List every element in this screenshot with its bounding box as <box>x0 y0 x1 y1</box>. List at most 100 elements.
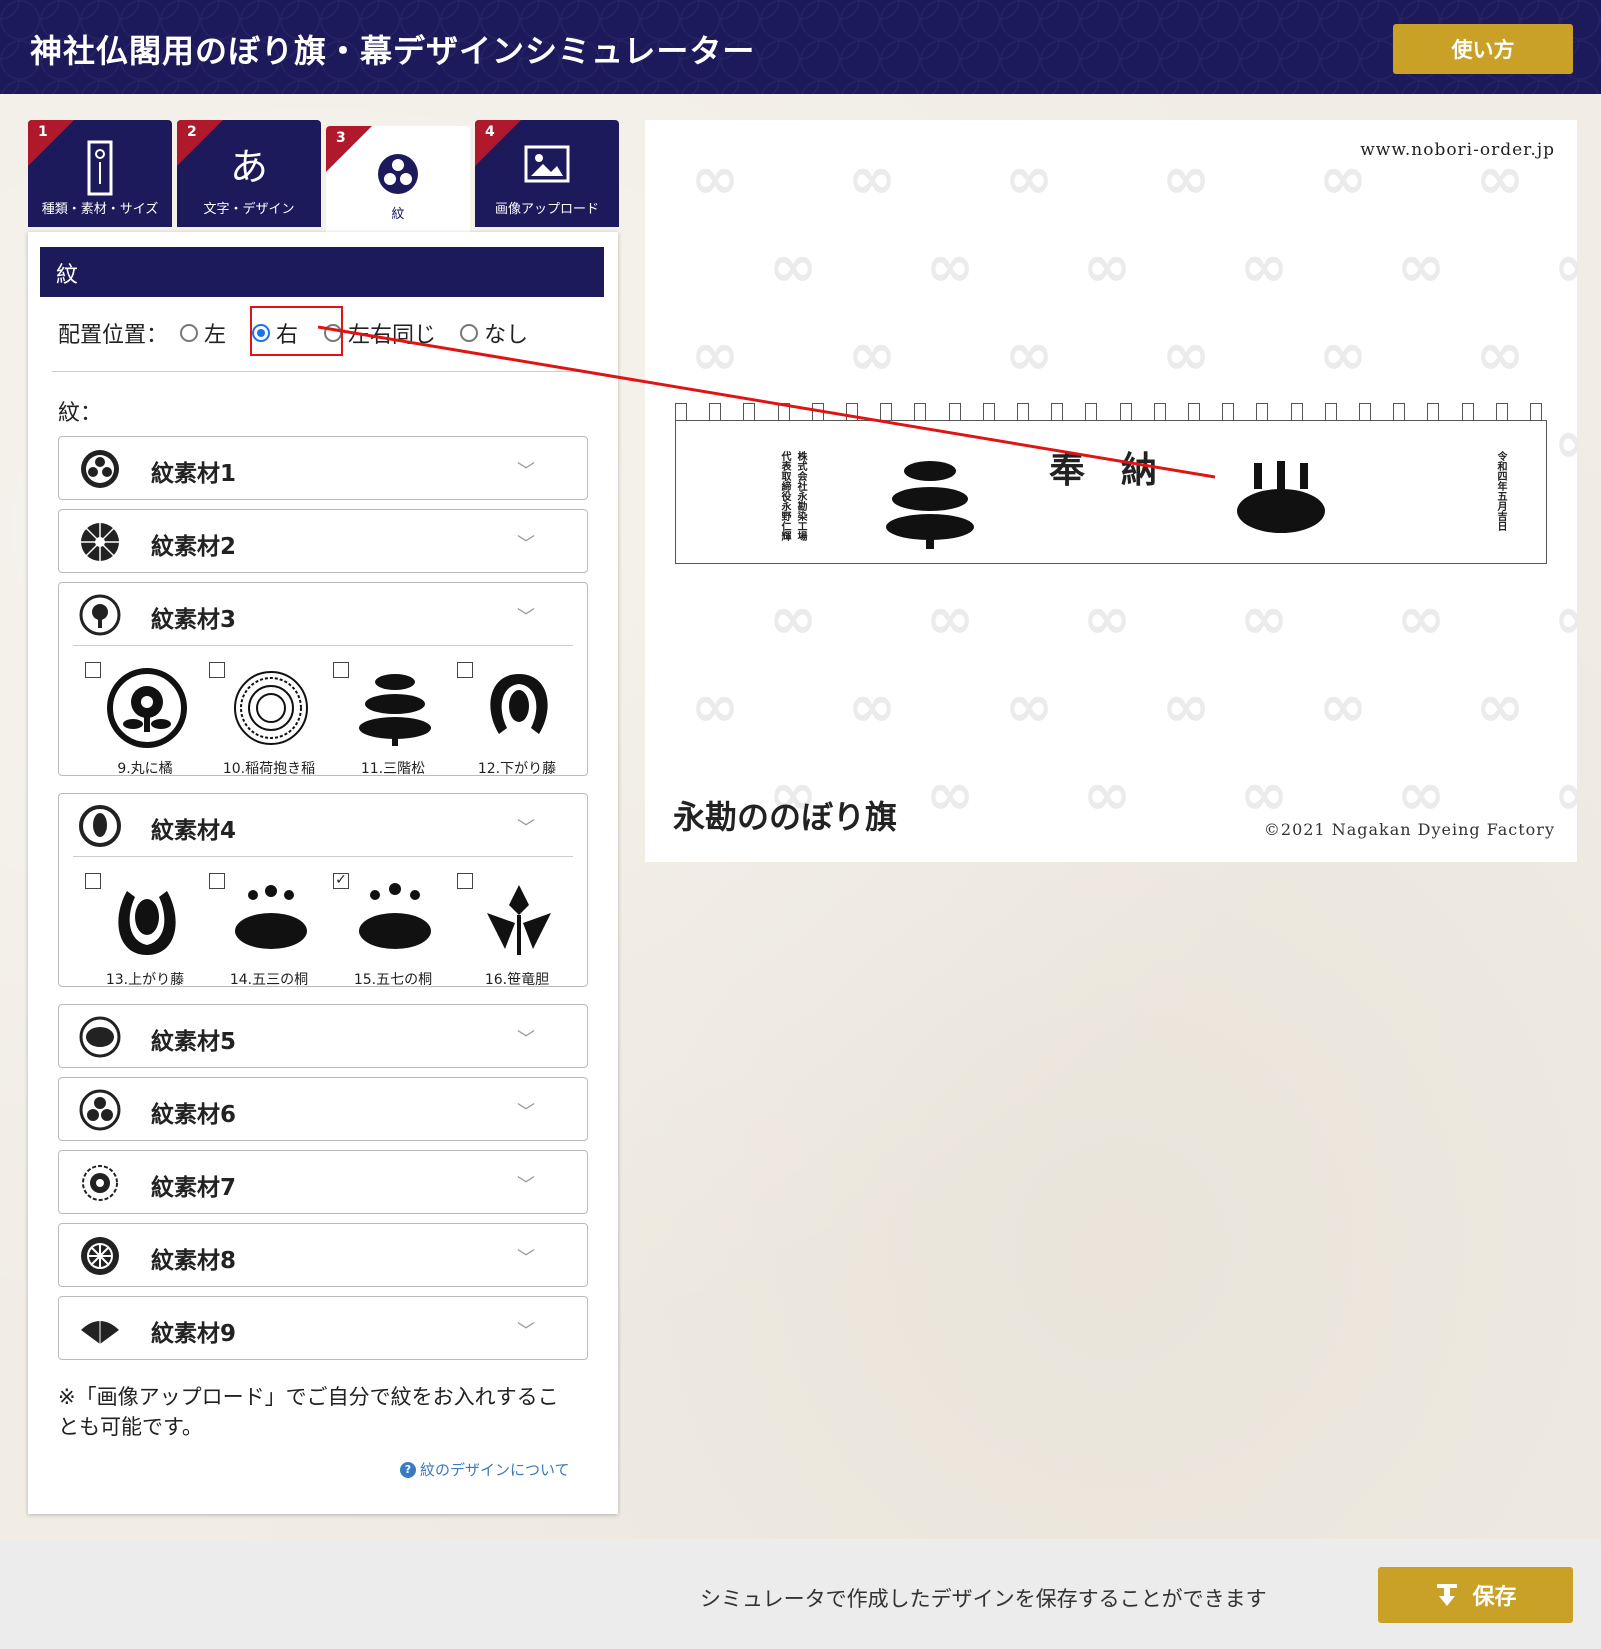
upload-note: ※「画像アップロード」でご自分で紋をお入れすることも可能です。 <box>58 1385 559 1439</box>
watermark-mark: ∞ <box>690 672 740 740</box>
crest-item[interactable]: ✓ 15.五七の桐 <box>333 865 453 988</box>
radio-none[interactable]: なし <box>460 317 528 349</box>
chevron-down-icon[interactable]: ﹀ <box>517 1098 535 1124</box>
tab-label: 種類・素材・サイズ <box>41 202 159 217</box>
watermark-mark: ∞ <box>1548 764 1577 824</box>
crest-checkbox[interactable] <box>209 662 225 678</box>
tab-label: 文字・デザイン <box>203 202 295 217</box>
crest-checkbox[interactable] <box>85 873 101 889</box>
tab-text-design[interactable]: 2 あ 文字・デザイン <box>177 120 321 227</box>
category-title: 紋素材3 <box>151 607 237 633</box>
crest-checkbox[interactable] <box>333 662 349 678</box>
watermark-mark: ∞ <box>1082 760 1132 828</box>
footer-bar: シミュレータで作成したデザインを保存することができます 保存 <box>0 1539 1601 1649</box>
crest-item[interactable]: 16.笹竜胆 <box>457 865 577 988</box>
representative-name: 代表取締役永野仁輝 <box>779 451 790 541</box>
goshichi-kiri-icon <box>359 883 431 949</box>
chevron-down-icon[interactable]: ﹀ <box>517 1317 535 1343</box>
category-2[interactable]: 紋素材2 ﹀ <box>58 509 588 573</box>
chevron-down-icon[interactable]: ﹀ <box>517 1171 535 1197</box>
watermark-mark: ∞ <box>690 144 740 212</box>
chevron-down-icon[interactable]: ﹀ <box>517 814 535 840</box>
watermark-mark: ∞ <box>847 144 897 212</box>
brand-logo: 永勘ののぼり旗 <box>673 798 898 836</box>
crest-icon <box>79 1089 121 1131</box>
inari-ine-icon <box>234 671 308 745</box>
watermark-mark: ∞ <box>1239 584 1289 652</box>
crest-icon <box>79 1016 121 1058</box>
crest-checkbox[interactable]: ✓ <box>333 873 349 889</box>
chevron-down-icon[interactable]: ﹀ <box>517 603 535 629</box>
question-icon: ? <box>400 1461 416 1478</box>
goshichi-kiri-crest <box>1237 461 1325 533</box>
banner-main-text: 奉 納 <box>1049 449 1158 491</box>
crest-design-link[interactable]: ? 紋のデザインについて <box>400 1459 570 1480</box>
download-icon <box>1437 1584 1458 1606</box>
crest-caption: 12.下がり藤 <box>477 761 557 777</box>
watermark-mark: ∞ <box>925 760 975 828</box>
watermark-mark: ∞ <box>1161 144 1211 212</box>
watermark-mark: ∞ <box>847 672 897 740</box>
chevron-down-icon[interactable]: ﹀ <box>517 1244 535 1270</box>
site-url: www.nobori-order.jp <box>1360 140 1555 160</box>
copyright: ©2021 Nagakan Dyeing Factory <box>1263 820 1555 839</box>
agari-fuji-crest-icon <box>118 891 176 955</box>
crest-item[interactable]: 13.上がり藤 <box>85 865 205 988</box>
image-icon <box>475 144 619 188</box>
tab-crest[interactable]: 3 紋 <box>326 126 470 232</box>
chevron-down-icon[interactable]: ﹀ <box>517 1025 535 1051</box>
category-title: 紋素材8 <box>151 1248 237 1274</box>
watermark-mark: ∞ <box>1082 584 1132 652</box>
crest-item[interactable]: 14.五三の桐 <box>209 865 329 988</box>
app-header: 神社仏閣用のぼり旗・幕デザインシミュレーター 使い方 <box>0 0 1601 94</box>
save-button[interactable]: 保存 <box>1378 1567 1573 1623</box>
category-3[interactable]: 紋素材3 ﹀ 9.丸に橘 10.稲荷抱き稲 11.三階松 12.下がり藤 <box>58 582 588 777</box>
tachibana-icon <box>79 594 121 636</box>
tab-label: 画像アップロード <box>494 202 599 217</box>
company-name: 株式会社永勘染工場 <box>795 451 806 541</box>
watermark-mark: ∞ <box>1004 320 1054 388</box>
banner-curtain: 株式会社永勘染工場 代表取締役永野仁輝 奉 納 令和四年五月吉日 <box>675 420 1547 564</box>
tab-image-upload[interactable]: 4 画像アップロード <box>475 120 619 227</box>
radio-left[interactable]: 左 <box>180 317 226 349</box>
date-text: 令和四年五月吉日 <box>1495 451 1506 531</box>
help-button[interactable]: 使い方 <box>1393 24 1573 74</box>
sasa-rindou-icon <box>487 885 551 955</box>
category-4[interactable]: 紋素材4 ﹀ 13.上がり藤 14.五三の桐 ✓ 15.五七の桐 16.笹竜胆 <box>58 793 588 988</box>
tomoe-icon <box>326 152 470 200</box>
category-5[interactable]: 紋素材5 ﹀ <box>58 1004 588 1068</box>
crest-item[interactable]: 10.稲荷抱き稲 <box>209 654 329 777</box>
crest-item[interactable]: 11.三階松 <box>333 654 453 777</box>
sangai-matsu-crest <box>886 461 974 549</box>
category-6[interactable]: 紋素材6 ﹀ <box>58 1077 588 1141</box>
crest-checkbox[interactable] <box>457 873 473 889</box>
highlight-box <box>250 306 343 356</box>
crest-checkbox[interactable] <box>85 662 101 678</box>
app-title: 神社仏閣用のぼり旗・幕デザインシミュレーター <box>30 32 756 70</box>
category-7[interactable]: 紋素材7 ﹀ <box>58 1150 588 1214</box>
category-9[interactable]: 紋素材9 ﹀ <box>58 1296 588 1360</box>
crest-item[interactable]: 9.丸に橘 <box>85 654 205 777</box>
crest-label: 紋： <box>58 401 103 426</box>
watermark-mark: ∞ <box>925 584 975 652</box>
crest-caption: 13.上がり藤 <box>105 972 185 988</box>
watermark-mark: ∞ <box>1548 412 1577 472</box>
crest-checkbox[interactable] <box>457 662 473 678</box>
watermark-mark: ∞ <box>1475 320 1525 388</box>
category-1[interactable]: 紋素材1 ﹀ <box>58 436 588 500</box>
tab-type-material-size[interactable]: 1 種類・素材・サイズ <box>28 120 172 227</box>
watermark-mark: ∞ <box>1318 672 1368 740</box>
watermark-mark: ∞ <box>768 584 818 652</box>
snowflake-crest-icon <box>82 1165 118 1201</box>
watermark-mark: ∞ <box>1161 672 1211 740</box>
crest-item[interactable]: 12.下がり藤 <box>457 654 577 777</box>
footer-message: シミュレータで作成したデザインを保存することができます <box>700 1587 1267 1611</box>
gosan-kiri-icon <box>235 885 307 949</box>
category-title: 紋素材1 <box>151 461 237 487</box>
banner-icon <box>28 140 172 200</box>
chevron-down-icon[interactable]: ﹀ <box>517 457 535 483</box>
category-8[interactable]: 紋素材8 ﹀ <box>58 1223 588 1287</box>
chrysanthemum-icon <box>81 523 119 561</box>
crest-checkbox[interactable] <box>209 873 225 889</box>
chevron-down-icon[interactable]: ﹀ <box>517 530 535 556</box>
